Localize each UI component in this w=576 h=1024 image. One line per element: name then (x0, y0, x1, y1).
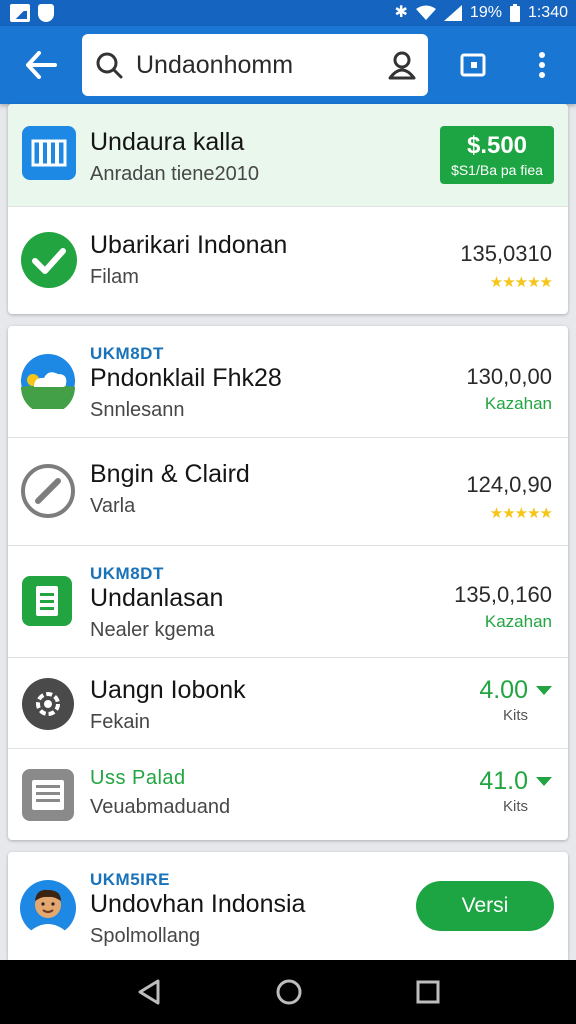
item-value: 135,0310 (460, 241, 552, 266)
item-unit: Kits (502, 707, 528, 724)
profile-title: Undovhan Indonsia (90, 890, 306, 918)
item-value-row: 4.00 (479, 676, 552, 705)
price-note: $S1/Ba pa fiea (451, 162, 543, 178)
item-tag: Kazahan (484, 612, 552, 631)
item-subtitle: Filam (90, 266, 139, 288)
item-title: Bngin & Claird (90, 460, 250, 488)
document-icon (22, 769, 74, 821)
columns-app-icon (22, 126, 76, 180)
caret-down-icon[interactable] (536, 777, 552, 786)
rating-stars: ★★★★★ (489, 274, 553, 291)
list-item[interactable]: UKM8DT Pndonklail Fhk28 Snnlesann 130,0,… (8, 326, 568, 438)
search-icon (96, 52, 123, 79)
weather-icon (21, 354, 75, 414)
featured-card: Undaura kalla Anradan tiene2010 $.500 $S… (8, 104, 568, 314)
price-badge[interactable]: $.500 $S1/Ba pa fiea (440, 126, 554, 184)
item-eyebrow: Uss Palad (90, 767, 186, 789)
version-button[interactable]: Versi (416, 881, 554, 931)
item-title: Uangn Iobonk (90, 676, 246, 704)
gallery-notification-icon (10, 4, 30, 22)
item-subtitle: Veuabmaduand (90, 796, 231, 818)
item-subtitle: Fekain (90, 711, 151, 733)
profile-subtitle: Spolmollang (90, 925, 201, 947)
rating-stars: ★★★★★ (489, 505, 553, 522)
item-eyebrow: UKM8DT (90, 564, 164, 583)
search-query[interactable]: Undaonhomm (124, 51, 388, 80)
featured-subtitle: Anradan tiene2010 (90, 163, 260, 185)
item-value-row: 41.0 (479, 767, 552, 796)
caret-down-icon[interactable] (536, 686, 552, 695)
back-button[interactable] (0, 26, 82, 104)
featured-row[interactable]: Undaura kalla Anradan tiene2010 $.500 $S… (8, 104, 568, 207)
more-button[interactable] (520, 43, 564, 87)
profile-card: UKM5IRE Undovhan Indonsia Spolmollang Ve… (8, 852, 568, 960)
list-item[interactable]: Uss Palad Veuabmaduand 41.0 Kits (8, 749, 568, 840)
item-unit: Kits (502, 798, 528, 815)
list-item[interactable]: Uangn Iobonk Fekain 4.00 Kits (8, 658, 568, 749)
status-bar: ✱ 19% 1:340 (0, 0, 576, 26)
cast-icon (460, 53, 485, 77)
app-icon (22, 126, 76, 185)
nav-recents-icon[interactable] (416, 980, 440, 1004)
item-tag: Kazahan (484, 394, 552, 413)
settings-icon (22, 678, 74, 730)
arrow-left-icon (26, 51, 57, 79)
battery-icon (509, 4, 520, 22)
item-value: 4.00 (479, 676, 528, 704)
system-nav-bar (0, 960, 576, 1024)
item-value: 41.0 (479, 767, 528, 795)
wifi-icon (415, 5, 436, 20)
cast-button[interactable] (451, 43, 495, 87)
item-subtitle: Nealer kgema (90, 619, 215, 641)
item-value: 124,0,90 (466, 472, 552, 497)
item-value: 130,0,00 (466, 364, 552, 389)
item-value: 135,0,160 (454, 582, 552, 607)
profile-eyebrow: UKM5IRE (90, 870, 171, 889)
results-list-card: UKM8DT Pndonklail Fhk28 Snnlesann 130,0,… (8, 326, 568, 840)
search-field[interactable]: Undaonhomm (82, 34, 428, 96)
featured-title: Undaura kalla (90, 128, 245, 156)
account-icon[interactable] (388, 50, 416, 80)
profile-row[interactable]: UKM5IRE Undovhan Indonsia Spolmollang Ve… (8, 852, 568, 960)
bluetooth-icon: ✱ (394, 4, 408, 21)
nav-home-icon[interactable] (275, 978, 303, 1006)
item-title: Ubarikari Indonan (90, 231, 288, 259)
item-title: Pndonklail Fhk28 (90, 364, 282, 392)
sheets-icon (22, 576, 72, 626)
more-vert-icon (538, 52, 545, 78)
nav-back-icon[interactable] (136, 978, 162, 1006)
shield-notification-icon (38, 4, 54, 22)
price-amount: $.500 (466, 132, 528, 159)
item-title: Undanlasan (90, 584, 224, 612)
check-circle-icon (21, 232, 77, 288)
clock: 1:340 (527, 4, 568, 21)
avatar (20, 880, 76, 937)
list-item[interactable]: Ubarikari Indonan Filam 135,0310 ★★★★★ (8, 207, 568, 314)
item-eyebrow: UKM8DT (90, 344, 164, 363)
app-bar: Undaonhomm (0, 26, 576, 104)
list-item[interactable]: UKM8DT Undanlasan Nealer kgema 135,0,160… (8, 546, 568, 658)
item-subtitle: Snnlesann (90, 399, 185, 421)
battery-percent: 19% (469, 4, 502, 21)
item-subtitle: Varla (90, 495, 136, 517)
list-item[interactable]: Bngin & Claird Varla 124,0,90 ★★★★★ (8, 438, 568, 546)
signal-icon (443, 5, 462, 21)
edit-icon (21, 464, 75, 518)
